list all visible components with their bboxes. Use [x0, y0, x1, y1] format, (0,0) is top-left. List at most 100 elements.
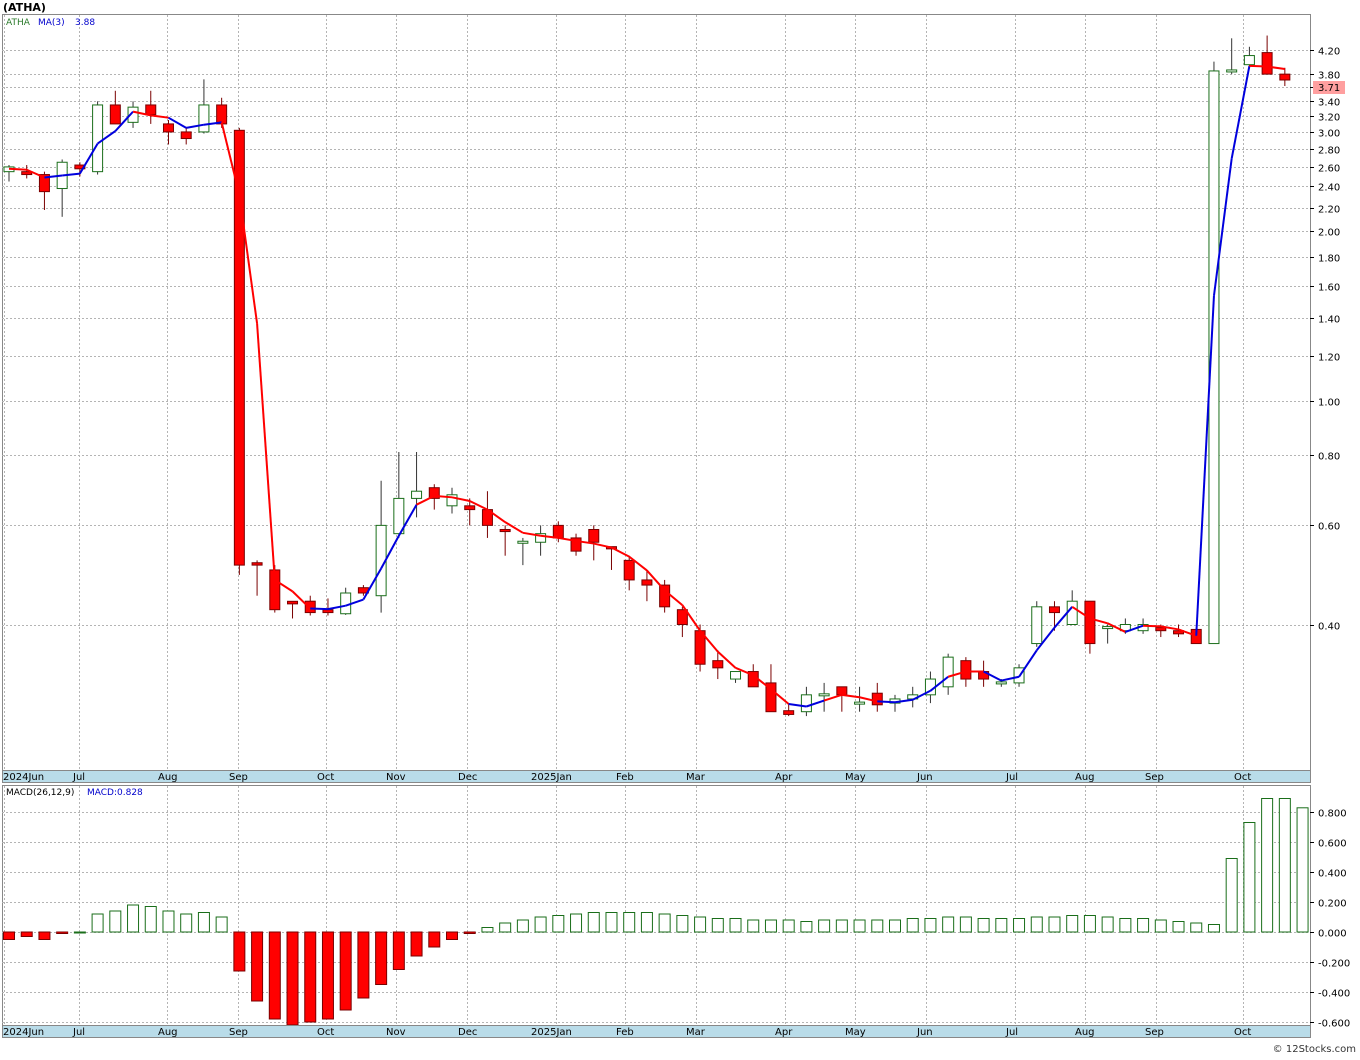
- macd-axis-label: 0.200: [1318, 899, 1347, 910]
- candle-up: [854, 701, 866, 705]
- macd-bar-positive: [623, 912, 636, 933]
- ma3-segment: [877, 700, 896, 704]
- candle-down: [180, 131, 192, 140]
- candle-up: [1031, 606, 1043, 645]
- macd-bar-positive: [1296, 807, 1309, 933]
- price-month-label: 2024Jun: [3, 772, 44, 783]
- candle-down: [783, 710, 795, 715]
- macd-bar-positive: [676, 915, 689, 933]
- macd-bar-positive: [587, 912, 600, 933]
- candle-down: [1155, 627, 1167, 632]
- macd-bar-positive: [818, 919, 831, 933]
- price-month-label: Oct: [317, 772, 334, 783]
- macd-axis-label: 0.800: [1318, 809, 1347, 820]
- macd-bar-negative: [286, 931, 299, 1026]
- macd-bar-positive: [215, 916, 228, 933]
- macd-bar-positive: [127, 904, 140, 933]
- macd-bar-positive: [729, 918, 742, 933]
- price-month-label: Sep: [229, 772, 248, 783]
- candle-down: [109, 104, 121, 125]
- macd-bar-negative: [268, 931, 281, 1020]
- macd-bar-negative: [38, 931, 51, 940]
- macd-bar-positive: [959, 916, 972, 933]
- macd-bar-positive: [1013, 918, 1026, 933]
- macd-bar-positive: [995, 918, 1008, 933]
- candle-down: [304, 600, 316, 614]
- candle-up: [942, 656, 954, 688]
- candle-down: [1279, 73, 1291, 81]
- macd-bar-positive: [109, 910, 122, 933]
- chart-stage: 0.40 0.60 0.80 1.00 1.20 1.40 1.60 1.80 2.00 2.20…: [0, 0, 1360, 1056]
- candle-up: [1226, 69, 1238, 73]
- candle-down: [712, 660, 724, 669]
- macd-month-strip: [2, 1025, 1311, 1038]
- price-month-label: Mar: [686, 772, 706, 783]
- macd-month-label: 2025Jan: [531, 1027, 572, 1038]
- price-axis-label: 1.40: [1318, 315, 1340, 326]
- candle-up: [730, 671, 742, 680]
- candle-down: [836, 686, 848, 696]
- candle-up: [198, 104, 210, 133]
- macd-bar-positive: [91, 913, 104, 933]
- macd-bar-positive: [180, 913, 193, 933]
- candle-down: [1084, 600, 1096, 645]
- price-axis-label: 0.40: [1318, 622, 1340, 633]
- candle-up: [340, 592, 352, 615]
- candle-up: [411, 490, 423, 499]
- macd-bar-negative: [321, 931, 334, 1020]
- macd-bar-positive: [605, 912, 618, 933]
- candle-up: [800, 694, 812, 713]
- macd-bar-positive: [906, 918, 919, 933]
- macd-bar-negative: [357, 931, 370, 999]
- price-axis-label: 2.80: [1318, 146, 1340, 157]
- ma3-segment: [1143, 624, 1161, 628]
- macd-bar-positive: [782, 919, 795, 933]
- macd-bar-positive: [1261, 798, 1274, 933]
- price-axis-label: 3.80: [1318, 71, 1340, 82]
- macd-month-label: Apr: [775, 1027, 793, 1038]
- macd-bar-positive: [1172, 921, 1185, 933]
- price-month-label: 2025Jan: [531, 772, 572, 783]
- macd-month-label: Aug: [158, 1027, 178, 1038]
- candle-down: [499, 528, 511, 533]
- macd-bar-positive: [570, 913, 583, 933]
- price-month-label: Jun: [916, 772, 933, 783]
- legend-ma-label: MA(3): [38, 18, 65, 28]
- macd-axis-label: -0.200: [1318, 959, 1350, 970]
- chart-svg: 0.40 0.60 0.80 1.00 1.20 1.40 1.60 1.80 2.00 2.20…: [0, 0, 1360, 1056]
- macd-month-label: 2024Jun: [3, 1027, 44, 1038]
- macd-month-label: Sep: [229, 1027, 248, 1038]
- candle-up: [1243, 55, 1255, 66]
- macd-month-label: Oct: [1234, 1027, 1251, 1038]
- candle-down: [960, 660, 972, 680]
- macd-bar-positive: [658, 913, 671, 933]
- macd-bar-positive: [711, 918, 724, 933]
- macd-bar-negative: [392, 931, 405, 970]
- candle-down: [659, 584, 671, 608]
- price-axis-label: 1.20: [1318, 353, 1340, 364]
- macd-bar-positive: [1030, 916, 1043, 933]
- price-axis-label: 3.40: [1318, 98, 1340, 109]
- price-month-label: Aug: [158, 772, 178, 783]
- macd-bar-negative: [339, 931, 352, 1011]
- price-axis-label: 1.60: [1318, 283, 1340, 294]
- macd-bar-positive: [1137, 918, 1150, 933]
- price-month-label: Sep: [1145, 772, 1164, 783]
- macd-bar-positive: [197, 912, 210, 933]
- macd-value-label: MACD:0.828: [87, 788, 143, 798]
- candle-up: [517, 540, 529, 544]
- price-axis-label: 2.00: [1318, 228, 1340, 239]
- macd-bar-positive: [1101, 916, 1114, 933]
- price-axis-label: 2.40: [1318, 183, 1340, 194]
- candle-down: [1048, 606, 1060, 614]
- watermark: © 12Stocks.com: [1273, 1044, 1356, 1055]
- macd-month-label: Aug: [1075, 1027, 1095, 1038]
- price-month-label: Dec: [458, 772, 477, 783]
- macd-axis-label: -0.400: [1318, 989, 1350, 1000]
- macd-month-label: Sep: [1145, 1027, 1164, 1038]
- candle-down: [162, 123, 174, 133]
- macd-bar-positive: [73, 931, 86, 934]
- macd-axis-label: 0.600: [1318, 839, 1347, 850]
- last-price-tag: 3.71: [1318, 83, 1340, 94]
- price-month-label: Oct: [1234, 772, 1251, 783]
